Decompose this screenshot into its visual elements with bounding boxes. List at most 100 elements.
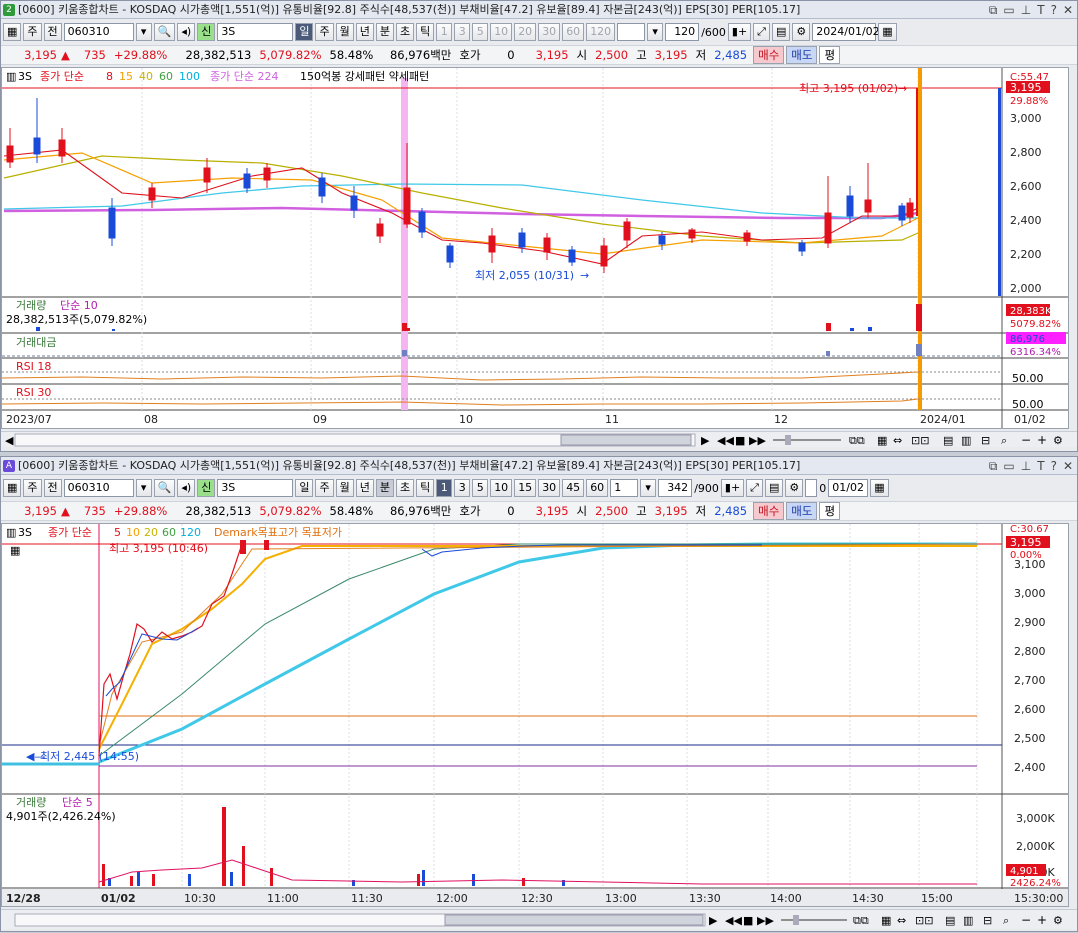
link-icon[interactable]: ⊡⊡ xyxy=(915,914,933,927)
zoom-search-icon[interactable]: ⌕ xyxy=(1001,434,1007,447)
interval-120[interactable]: 120 xyxy=(586,23,616,41)
settings-icon[interactable]: ⚙ xyxy=(1053,434,1063,447)
tab-month[interactable]: 월 xyxy=(335,23,354,41)
sound-icon[interactable]: ◂) xyxy=(177,479,196,497)
buy-button[interactable]: 매수 xyxy=(753,46,785,64)
period-select[interactable]: 주 xyxy=(23,479,42,497)
code-dropdown-icon[interactable]: ▾ xyxy=(135,479,152,497)
date-input[interactable]: 2024/01/02 xyxy=(812,23,880,41)
tab-year[interactable]: 년 xyxy=(355,23,374,41)
minimize-icon[interactable]: ▭ xyxy=(1003,1,1014,18)
chart-scrollbar[interactable]: ◀ ▶ ◀◀ ■ ▶▶ ⧉⧉ ▦ ⇔ ⊡⊡ ▤ ▥ ⊟ ⌕ − + ⚙ xyxy=(1,431,1077,447)
zoom-in-icon[interactable]: + xyxy=(1037,433,1047,447)
avg-button[interactable]: 평 xyxy=(819,502,841,520)
step-back-icon[interactable]: ◀◀ xyxy=(717,434,734,447)
layout-icon[interactable]: ▦ xyxy=(877,434,887,447)
export-icon[interactable]: ⊟ xyxy=(981,434,990,447)
restore-icon[interactable]: ⧉ xyxy=(989,457,998,474)
help-icon[interactable]: ? xyxy=(1051,457,1057,474)
zoom-slider[interactable] xyxy=(785,435,791,445)
indicator-icon[interactable]: ▮+ xyxy=(720,479,745,497)
sound-icon[interactable]: ◂) xyxy=(177,23,196,41)
export-icon[interactable]: ⊟ xyxy=(983,914,992,927)
legend-menu-icon[interactable]: ▥ xyxy=(6,526,16,539)
tool-icon[interactable]: ⤢ xyxy=(746,479,763,497)
interval-15[interactable]: 15 xyxy=(514,479,537,497)
period-select[interactable]: 주 xyxy=(23,23,42,41)
window-tool-icon[interactable]: ⧉⧉ xyxy=(849,434,865,447)
layout-icon[interactable]: ▦ xyxy=(881,914,891,927)
daily-chart-svg[interactable]: 최고 3,195 (01/02) → 최저 2,055 (10/31) → ▥ … xyxy=(2,68,1068,428)
close-icon[interactable]: ✕ xyxy=(1063,457,1073,474)
credit-badge[interactable]: 신 xyxy=(197,23,216,41)
zoom-out-icon[interactable]: − xyxy=(1021,913,1031,927)
interval-5[interactable]: 5 xyxy=(472,479,489,497)
gear-icon[interactable]: ⚙ xyxy=(792,23,811,41)
interval-20[interactable]: 20 xyxy=(514,23,537,41)
chart-icon[interactable]: ▥ xyxy=(961,434,971,447)
count-input[interactable]: 342 xyxy=(658,479,693,497)
tab-week[interactable]: 주 xyxy=(315,23,334,41)
interval-10[interactable]: 10 xyxy=(490,479,513,497)
chart-icon[interactable]: ▥ xyxy=(963,914,973,927)
tab-second[interactable]: 초 xyxy=(395,479,415,497)
restore-icon[interactable]: ⧉ xyxy=(989,1,998,18)
interval-dropdown-icon[interactable]: ▾ xyxy=(647,23,664,41)
all-button[interactable]: 전 xyxy=(43,479,62,497)
legend-menu-icon[interactable]: ▥ xyxy=(6,70,16,83)
step-forward-icon[interactable]: ▶▶ xyxy=(757,914,774,927)
stop-icon[interactable]: ■ xyxy=(735,434,745,447)
pin-icon[interactable]: ⊥ xyxy=(1021,1,1031,18)
save-icon[interactable]: ▤ xyxy=(771,23,791,41)
interval-60[interactable]: 60 xyxy=(586,479,609,497)
calendar-icon[interactable]: ▦ xyxy=(870,479,889,497)
interval-input[interactable]: 1 xyxy=(610,479,639,497)
interval-30[interactable]: 30 xyxy=(538,479,561,497)
date-input[interactable]: 01/02 xyxy=(828,479,869,497)
play-icon[interactable]: ▶ xyxy=(701,434,710,447)
buy-button[interactable]: 매수 xyxy=(753,502,785,520)
zoom-slider[interactable] xyxy=(793,915,799,925)
stop-icon[interactable]: ■ xyxy=(743,914,753,927)
interval-60[interactable]: 60 xyxy=(562,23,585,41)
tab-week[interactable]: 주 xyxy=(315,479,334,497)
table-icon[interactable]: ▦ xyxy=(10,544,20,557)
daily-chart-area[interactable]: 최고 3,195 (01/02) → 최저 2,055 (10/31) → ▥ … xyxy=(1,67,1069,429)
interval-input[interactable] xyxy=(617,23,646,41)
expand-icon[interactable]: ⇔ xyxy=(893,434,902,447)
tab-minute[interactable]: 분 xyxy=(375,479,394,497)
tab-tick[interactable]: 틱 xyxy=(416,479,435,497)
indicator-icon[interactable]: ▮+ xyxy=(727,23,752,41)
tab-month[interactable]: 월 xyxy=(335,479,354,497)
window-tool-icon[interactable]: ⧉⧉ xyxy=(853,914,869,927)
credit-badge[interactable]: 신 xyxy=(197,479,216,497)
grid-icon[interactable]: ▦ xyxy=(3,479,22,497)
scroll-thumb[interactable] xyxy=(444,914,704,926)
font-icon[interactable]: T xyxy=(1037,1,1044,18)
step-forward-icon[interactable]: ▶▶ xyxy=(749,434,766,447)
interval-5[interactable]: 5 xyxy=(472,23,489,41)
search-icon[interactable]: 🔍 xyxy=(153,479,176,497)
all-button[interactable]: 전 xyxy=(43,23,62,41)
pin-icon[interactable]: ⊥ xyxy=(1021,457,1031,474)
tab-year[interactable]: 년 xyxy=(355,479,374,497)
code-dropdown-icon[interactable]: ▾ xyxy=(135,23,152,41)
sell-button[interactable]: 매도 xyxy=(786,46,818,64)
gear-icon[interactable]: ⚙ xyxy=(785,479,804,497)
checkbox[interactable] xyxy=(805,479,818,497)
chart-scrollbar[interactable]: ▶ ◀◀ ■ ▶▶ ⧉⧉ ▦ ⇔ ⊡⊡ ▤ ▥ ⊟ ⌕ − + ⚙ xyxy=(1,909,1077,929)
scroll-left-icon[interactable]: ◀ xyxy=(5,434,14,447)
tab-day[interactable]: 일 xyxy=(295,23,314,41)
minute-chart-area[interactable]: 최고 3,195 (10:46) ◀— 최저 2,445 (14:55) ▥ 3… xyxy=(1,523,1069,907)
print-icon[interactable]: ▤ xyxy=(943,434,953,447)
interval-3[interactable]: 3 xyxy=(454,23,471,41)
tab-second[interactable]: 초 xyxy=(395,23,415,41)
grid-icon[interactable]: ▦ xyxy=(3,23,22,41)
interval-30[interactable]: 30 xyxy=(538,23,561,41)
settings-icon[interactable]: ⚙ xyxy=(1053,914,1063,927)
scroll-thumb[interactable] xyxy=(560,434,692,446)
zoom-out-icon[interactable]: − xyxy=(1021,433,1031,447)
tab-day[interactable]: 일 xyxy=(295,479,314,497)
stock-code-input[interactable]: 060310 xyxy=(63,479,134,497)
help-icon[interactable]: ? xyxy=(1051,1,1057,18)
